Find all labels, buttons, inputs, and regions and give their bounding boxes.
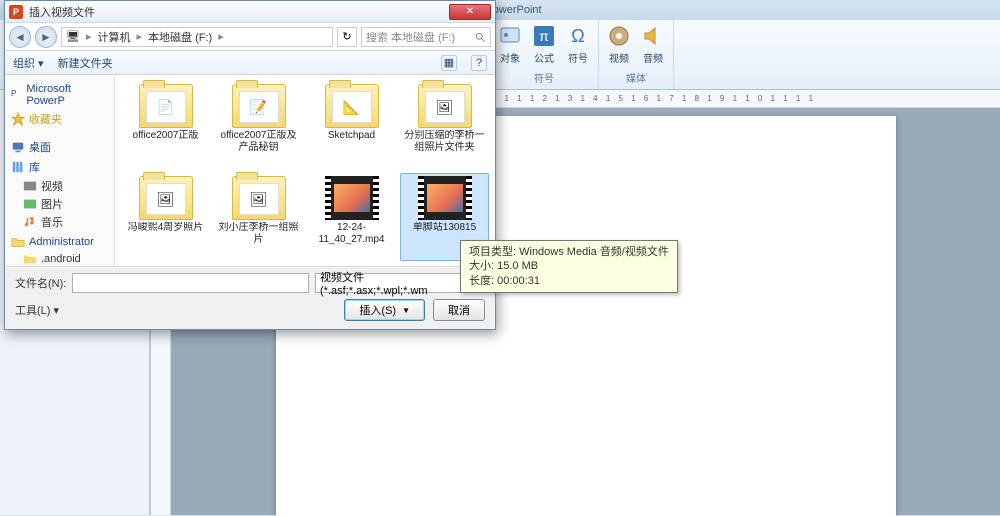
refresh-button[interactable]: ↻	[337, 27, 357, 47]
file-label: office2007正版及产品秘钥	[217, 130, 300, 153]
nav-back-button[interactable]: ◄	[9, 26, 31, 48]
file-item[interactable]: 12-24-11_40_27.mp4	[307, 173, 396, 261]
tooltip-size: 大小: 15.0 MB	[469, 259, 669, 273]
dialog-footer: 文件名(N): 视频文件 (*.asf;*.asx;*.wpl;*.wm▾ 工具…	[5, 266, 495, 329]
file-label: 冯峻熙4周岁照片	[128, 222, 204, 234]
file-item[interactable]: 🖼分别压缩的李桥一组照片文件夹	[400, 81, 489, 169]
ribbon-audio[interactable]: 音频	[641, 24, 665, 65]
video-icon	[23, 179, 37, 193]
file-label: 12-24-11_40_27.mp4	[310, 222, 393, 245]
new-folder-button[interactable]: 新建文件夹	[58, 55, 113, 71]
breadcrumb-icon: 🖥	[66, 30, 80, 43]
breadcrumb[interactable]: 🖥 ▸ 计算机 ▸ 本地磁盘 (F:) ▸	[61, 27, 333, 47]
search-input[interactable]: 搜索 本地磁盘 (F:)	[361, 27, 491, 47]
powerpoint-icon: P	[9, 5, 23, 19]
cancel-button[interactable]: 取消	[433, 299, 485, 321]
sidebar-administrator[interactable]: Administrator	[11, 235, 108, 249]
svg-text:π: π	[539, 28, 549, 44]
insert-video-dialog: P 插入视频文件 ✕ ◄ ► 🖥 ▸ 计算机 ▸ 本地磁盘 (F:) ▸ ↻ 搜…	[4, 0, 496, 330]
dialog-nav: ◄ ► 🖥 ▸ 计算机 ▸ 本地磁盘 (F:) ▸ ↻ 搜索 本地磁盘 (F:)	[5, 23, 495, 51]
dialog-title: 插入视频文件	[29, 4, 95, 20]
search-icon	[474, 31, 486, 43]
breadcrumb-part-1[interactable]: 本地磁盘 (F:)	[148, 29, 212, 45]
sidebar-video[interactable]: 视频	[11, 177, 108, 195]
dialog-titlebar: P 插入视频文件 ✕	[5, 1, 495, 23]
sidebar-music[interactable]: 音乐	[11, 213, 108, 231]
filename-label: 文件名(N):	[15, 275, 66, 291]
folder-icon	[11, 235, 25, 249]
group-label-symbols: 符号	[534, 70, 554, 85]
file-label: 单脚站130815	[413, 222, 476, 234]
file-label: Sketchpad	[328, 130, 375, 142]
tooltip-length: 长度: 00:00:31	[469, 274, 669, 288]
ribbon-symbol[interactable]: Ω 符号	[566, 24, 590, 65]
tools-menu[interactable]: 工具(L) ▾	[15, 302, 59, 318]
powerpoint-icon: P	[11, 89, 22, 101]
breadcrumb-part-0[interactable]: 计算机	[98, 29, 131, 45]
file-item[interactable]: 📐Sketchpad	[307, 81, 396, 169]
nav-forward-button[interactable]: ►	[35, 26, 57, 48]
sidebar-android[interactable]: .android	[11, 251, 108, 266]
insert-button[interactable]: 插入(S)▼	[344, 299, 425, 321]
file-tooltip: 项目类型: Windows Media 音频/视频文件 大小: 15.0 MB …	[460, 240, 678, 293]
dialog-close-button[interactable]: ✕	[449, 4, 491, 20]
ribbon-video[interactable]: 视频	[607, 24, 631, 65]
ribbon-equation[interactable]: π 公式	[532, 24, 556, 65]
group-label-media: 媒体	[626, 70, 646, 85]
dialog-toolbar: 组织 ▾ 新建文件夹 ▦ ?	[5, 51, 495, 75]
folder-icon	[23, 252, 37, 266]
file-item[interactable]: 🖼刘小庄李桥一组照片	[214, 173, 303, 261]
file-label: office2007正版	[133, 130, 199, 142]
library-icon	[11, 160, 25, 174]
picture-icon	[23, 197, 37, 211]
search-placeholder: 搜索 本地磁盘 (F:)	[366, 29, 455, 45]
filename-input[interactable]	[72, 273, 309, 293]
ribbon-group-media: 视频 音频 媒体	[599, 20, 674, 89]
file-item[interactable]: 📄office2007正版	[121, 81, 210, 169]
sidebar-libraries[interactable]: 库	[11, 159, 108, 175]
dialog-sidebar: P Microsoft PowerP 收藏夹 桌面 库 视频 图片 音乐 Adm…	[5, 75, 115, 266]
organize-menu[interactable]: 组织 ▾	[13, 55, 44, 71]
file-label: 刘小庄李桥一组照片	[217, 222, 300, 245]
file-grid[interactable]: 📄office2007正版📝office2007正版及产品秘钥📐Sketchpa…	[115, 75, 495, 266]
svg-text:Ω: Ω	[571, 26, 584, 46]
sidebar-favorites[interactable]: 收藏夹	[11, 111, 108, 127]
desktop-icon	[11, 140, 25, 154]
view-mode-button[interactable]: ▦	[441, 55, 457, 71]
file-item[interactable]: 📝office2007正版及产品秘钥	[214, 81, 303, 169]
sidebar-app[interactable]: P Microsoft PowerP	[11, 83, 108, 107]
sidebar-pictures[interactable]: 图片	[11, 195, 108, 213]
music-icon	[23, 215, 37, 229]
sidebar-desktop[interactable]: 桌面	[11, 139, 108, 155]
star-icon	[11, 112, 25, 126]
ribbon-group-symbols: 对象 π 公式 Ω 符号 符号	[490, 20, 599, 89]
file-label: 分别压缩的李桥一组照片文件夹	[403, 130, 486, 153]
help-button[interactable]: ?	[471, 55, 487, 71]
tooltip-type: 项目类型: Windows Media 音频/视频文件	[469, 245, 669, 259]
file-item[interactable]: 🖼冯峻熙4周岁照片	[121, 173, 210, 261]
ribbon-object[interactable]: 对象	[498, 24, 522, 65]
